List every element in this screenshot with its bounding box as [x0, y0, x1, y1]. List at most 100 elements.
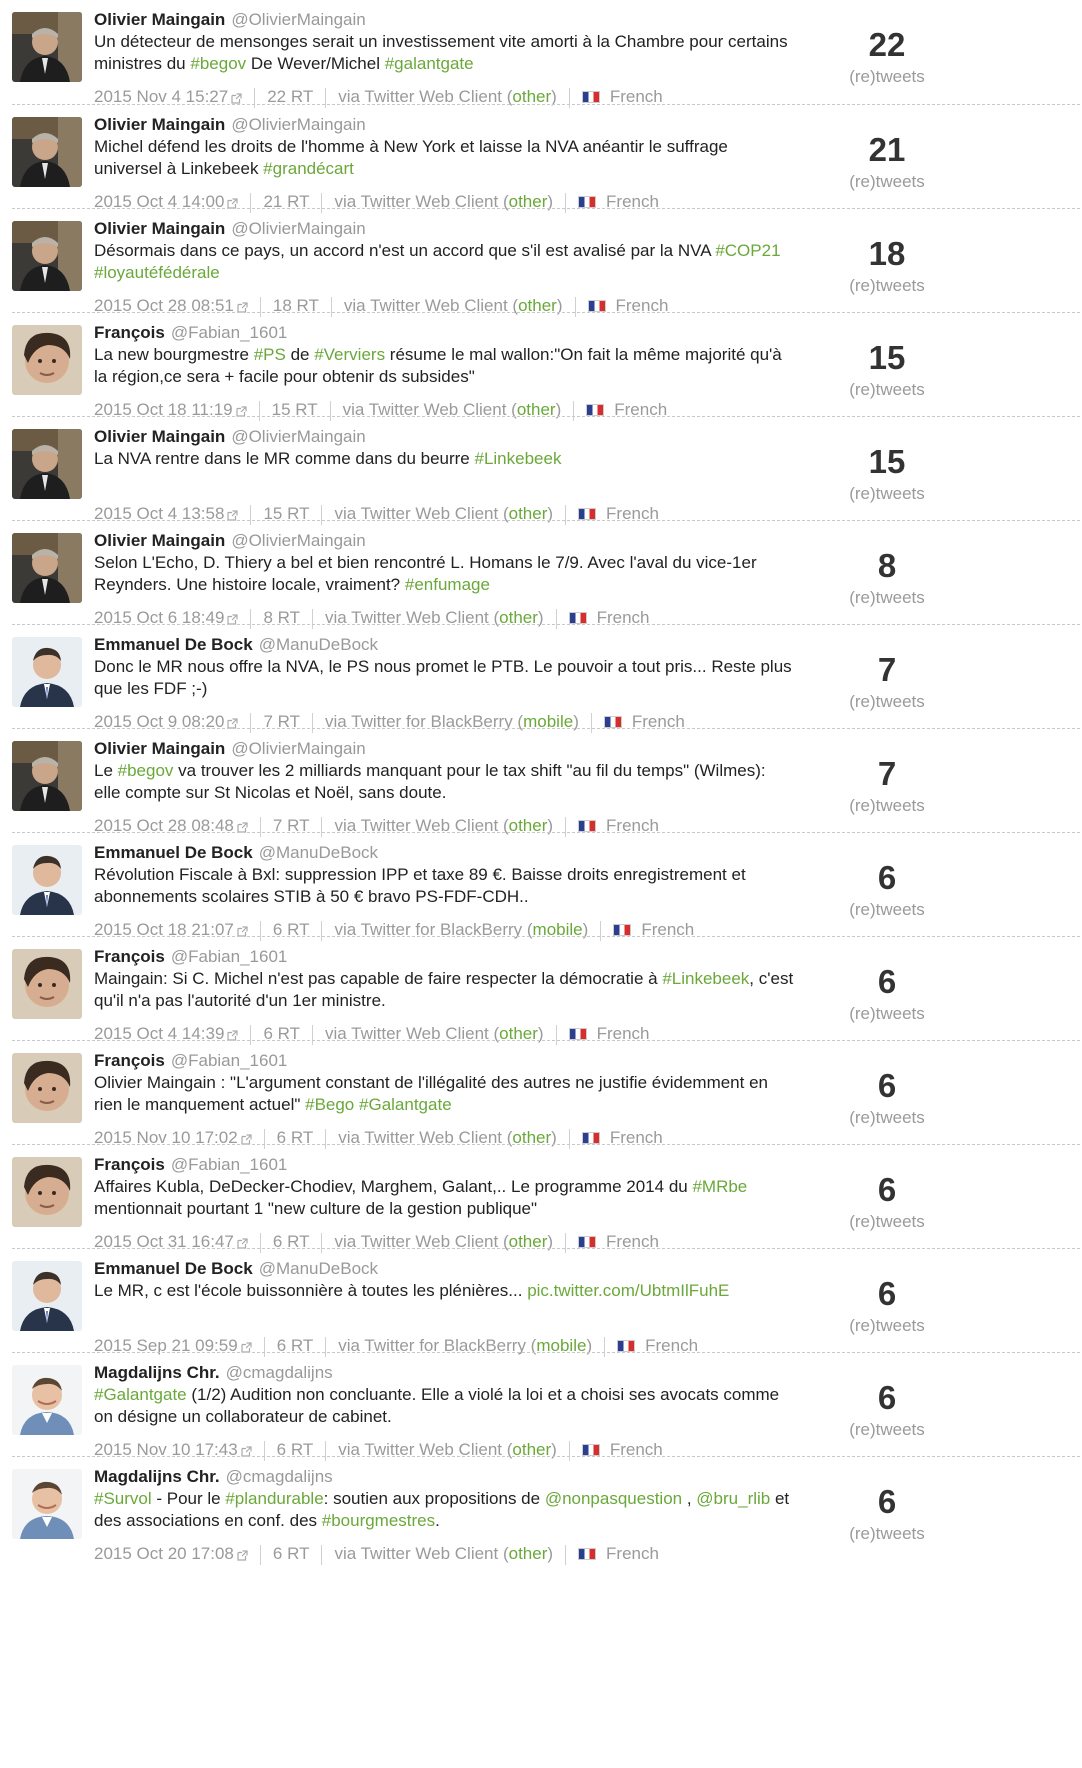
author-handle[interactable]: @Fabian_1601: [171, 1155, 288, 1174]
hashtag-link[interactable]: #plandurable: [225, 1489, 323, 1508]
avatar[interactable]: [12, 1261, 82, 1331]
author-handle[interactable]: @OlivierMaingain: [231, 115, 365, 134]
avatar[interactable]: [12, 637, 82, 707]
author-handle[interactable]: @OlivierMaingain: [231, 531, 365, 550]
hashtag-link[interactable]: #Galantgate: [94, 1385, 187, 1404]
author-name[interactable]: Olivier Maingain: [94, 115, 225, 134]
avatar[interactable]: [12, 741, 82, 811]
tweet-row: François @Fabian_1601 Olivier Maingain : "…: [12, 1040, 1080, 1149]
hashtag-link[interactable]: #MRbe: [692, 1177, 747, 1196]
author-handle[interactable]: @Fabian_1601: [171, 323, 288, 342]
author-handle[interactable]: @OlivierMaingain: [231, 427, 365, 446]
tweet-row: François @Fabian_1601 Affaires Kubla, DeDe…: [12, 1144, 1080, 1253]
author-name[interactable]: François: [94, 947, 165, 966]
author-name[interactable]: François: [94, 1051, 165, 1070]
client-type-link[interactable]: other: [509, 1544, 548, 1563]
author-handle[interactable]: @OlivierMaingain: [231, 10, 365, 29]
hashtag-link[interactable]: #Linkebeek: [474, 449, 561, 468]
tweet-text-segment: La NVA rentre dans le MR comme dans du b…: [94, 449, 475, 468]
avatar[interactable]: [12, 1365, 82, 1435]
author-handle[interactable]: @ManuDeBock: [259, 1259, 378, 1278]
tweet-header: Emmanuel De Bock @ManuDeBock: [94, 843, 794, 863]
hashtag-link[interactable]: #galantgate: [385, 54, 474, 73]
hashtag-link[interactable]: #begov: [190, 54, 246, 73]
author-name[interactable]: Olivier Maingain: [94, 10, 225, 29]
author-handle[interactable]: @OlivierMaingain: [231, 219, 365, 238]
hashtag-link[interactable]: #PS: [254, 345, 286, 364]
hashtag-link[interactable]: @bru_rlib: [696, 1489, 770, 1508]
author-name[interactable]: François: [94, 1155, 165, 1174]
hashtag-link[interactable]: #Survol: [94, 1489, 152, 1508]
avatar[interactable]: [12, 533, 82, 603]
avatar[interactable]: [12, 325, 82, 395]
retweet-count-number: 6: [877, 1275, 897, 1312]
author-handle[interactable]: @OlivierMaingain: [231, 739, 365, 758]
author-name[interactable]: Magdalijns Chr.: [94, 1363, 220, 1382]
hashtag-link[interactable]: #Bego: [305, 1095, 354, 1114]
author-name[interactable]: Emmanuel De Bock: [94, 843, 253, 862]
author-name[interactable]: Emmanuel De Bock: [94, 635, 253, 654]
author-name[interactable]: Olivier Maingain: [94, 219, 225, 238]
retweet-count-label: (re)tweets: [849, 380, 925, 399]
avatar[interactable]: [12, 949, 82, 1019]
tweet-text: La NVA rentre dans le MR comme dans du b…: [94, 448, 794, 470]
hashtag-link[interactable]: pic.twitter.com/UbtmIlFuhE: [527, 1281, 729, 1300]
author-handle[interactable]: @Fabian_1601: [171, 1051, 288, 1070]
tweet-text-segment: (1/2) Audition non concluante. Elle a vi…: [94, 1385, 780, 1426]
retweet-count-label: (re)tweets: [849, 1524, 925, 1543]
avatar[interactable]: [12, 117, 82, 187]
avatar[interactable]: [12, 12, 82, 82]
tweet-date-link[interactable]: 2015 Oct 20 17:08: [94, 1544, 234, 1563]
author-handle[interactable]: @ManuDeBock: [259, 635, 378, 654]
author-name[interactable]: François: [94, 323, 165, 342]
hashtag-link[interactable]: #Linkebeek: [662, 969, 749, 988]
avatar[interactable]: [12, 429, 82, 499]
external-link-icon[interactable]: [237, 1546, 248, 1566]
tweet-body: Olivier Maingain @OlivierMaingain Selon L'…: [94, 531, 794, 629]
divider: [321, 1544, 323, 1565]
tweet-text-segment: Affaires Kubla, DeDecker-Chodiev, Marghe…: [94, 1177, 693, 1196]
hashtag-link[interactable]: @nonpasquestion: [545, 1489, 682, 1508]
avatar[interactable]: [12, 845, 82, 915]
avatar[interactable]: [12, 1157, 82, 1227]
tweet-row: Emmanuel De Bock @ManuDeBock Révolution Fi…: [12, 832, 1080, 941]
hashtag-link[interactable]: #bourgmestres: [322, 1511, 435, 1530]
avatar[interactable]: [12, 1469, 82, 1539]
author-handle[interactable]: @Fabian_1601: [171, 947, 288, 966]
france-flag-icon: [581, 1132, 600, 1144]
via-prefix: via: [334, 1544, 357, 1563]
tweet-text: #Survol - Pour le #plandurable: soutien …: [94, 1488, 794, 1532]
hashtag-link[interactable]: #begov: [118, 761, 174, 780]
avatar[interactable]: [12, 1053, 82, 1123]
tweet-text-segment: Le: [94, 761, 118, 780]
retweet-count-label: (re)tweets: [849, 1108, 925, 1127]
hashtag-link[interactable]: #grandécart: [263, 159, 354, 178]
tweet-text-segment: Révolution Fiscale à Bxl: suppression IP…: [94, 865, 746, 906]
author-name[interactable]: Olivier Maingain: [94, 739, 225, 758]
avatar[interactable]: [12, 221, 82, 291]
retweet-count-label: (re)tweets: [849, 900, 925, 919]
france-flag-icon: [578, 820, 597, 832]
author-handle[interactable]: @ManuDeBock: [259, 843, 378, 862]
retweet-count: 22 (re)tweets: [832, 28, 942, 88]
author-handle[interactable]: @cmagdalijns: [226, 1363, 333, 1382]
france-flag-icon: [581, 91, 600, 103]
tweet-text: Selon L'Echo, D. Thiery a bel et bien re…: [94, 552, 794, 596]
france-flag-icon: [587, 300, 606, 312]
retweet-count: 7 (re)tweets: [832, 653, 942, 713]
author-handle[interactable]: @cmagdalijns: [226, 1467, 333, 1486]
retweet-count: 18 (re)tweets: [832, 237, 942, 297]
author-name[interactable]: Magdalijns Chr.: [94, 1467, 220, 1486]
hashtag-link[interactable]: #COP21: [715, 241, 780, 260]
tweet-text-segment: De Wever/Michel: [246, 54, 385, 73]
retweet-count-number: 15: [868, 339, 906, 376]
author-name[interactable]: Emmanuel De Bock: [94, 1259, 253, 1278]
hashtag-link[interactable]: #enfumage: [405, 575, 490, 594]
hashtag-link[interactable]: #Verviers: [314, 345, 385, 364]
hashtag-link[interactable]: #loyautéfédérale: [94, 263, 220, 282]
hashtag-link[interactable]: #Galantgate: [359, 1095, 452, 1114]
author-name[interactable]: Olivier Maingain: [94, 427, 225, 446]
tweet-body: Olivier Maingain @OlivierMaingain La NVA r…: [94, 427, 794, 525]
tweet-text-segment: Michel défend les droits de l'homme à Ne…: [94, 137, 728, 178]
author-name[interactable]: Olivier Maingain: [94, 531, 225, 550]
